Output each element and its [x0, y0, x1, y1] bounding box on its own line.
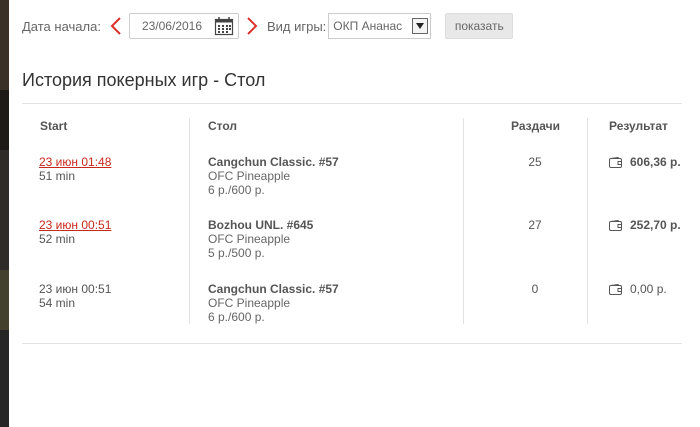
stakes: 6 р./600 р. [208, 310, 265, 324]
duration: 54 min [39, 296, 76, 310]
start-date-label: Дата начала: [22, 18, 101, 34]
divider-top [22, 103, 682, 104]
duration: 52 min [39, 232, 76, 246]
chevron-left-icon [110, 17, 121, 35]
result-amount: 606,36 р. [630, 155, 681, 169]
header-result: Результат [609, 119, 668, 133]
page-title: История покерных игр - Стол [22, 70, 266, 90]
header-hands: Раздачи [511, 119, 560, 133]
result-amount: 0,00 р. [630, 282, 667, 296]
duration: 51 min [39, 169, 76, 183]
start-time-link[interactable]: 23 июн 00:51 [39, 218, 111, 232]
game-variant: OFC Pineapple [208, 296, 291, 310]
hands-count: 0 [531, 282, 539, 296]
chevron-right-icon [247, 17, 258, 35]
stakes: 6 р./600 р. [208, 183, 265, 197]
game-type-label: Вид игры: [266, 18, 327, 34]
next-date-button[interactable] [243, 15, 261, 37]
background-strip [0, 0, 9, 427]
prev-date-button[interactable] [107, 15, 125, 37]
filter-bar: Дата начала: 23/06/2016 Вид игры: ОКП Ан… [22, 12, 514, 40]
column-divider [463, 118, 464, 324]
game-type-value: ОКП Ананас [333, 19, 403, 33]
wallet-icon [609, 219, 622, 231]
result-amount: 252,70 р. [630, 218, 681, 232]
start-time: 23 июн 00:51 [39, 282, 112, 296]
table-name: Bozhou UNL. #645 [208, 218, 314, 232]
hands-count: 25 [528, 155, 542, 169]
start-date-value: 23/06/2016 [141, 19, 203, 33]
hands-count: 27 [528, 218, 542, 232]
calendar-icon[interactable] [214, 16, 234, 36]
game-type-select[interactable]: ОКП Ананас [328, 13, 432, 39]
stakes: 5 р./500 р. [208, 246, 265, 260]
start-time-link[interactable]: 23 июн 01:48 [39, 155, 111, 169]
table-name: Cangchun Classic. #57 [208, 282, 339, 296]
game-variant: OFC Pineapple [208, 169, 291, 183]
table-name: Cangchun Classic. #57 [208, 155, 339, 169]
dropdown-arrow-icon[interactable] [412, 18, 429, 34]
header-table: Стол [208, 119, 238, 133]
divider-bottom [22, 343, 682, 344]
start-date-input[interactable]: 23/06/2016 [128, 13, 239, 39]
show-button[interactable]: показать [445, 13, 514, 39]
wallet-icon [609, 283, 622, 295]
column-divider [189, 118, 190, 324]
wallet-icon [609, 156, 622, 168]
header-start: Start [40, 119, 68, 133]
game-variant: OFC Pineapple [208, 232, 291, 246]
column-divider [587, 118, 588, 324]
